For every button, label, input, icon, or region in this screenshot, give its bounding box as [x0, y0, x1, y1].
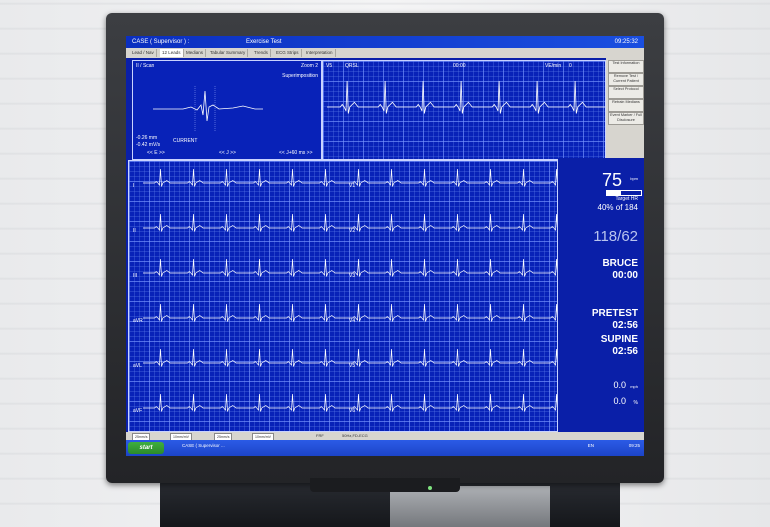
heart-rate-unit: bpm	[630, 176, 638, 181]
stage-name: PRETEST	[591, 308, 638, 319]
lead-marker-v1: V1	[349, 183, 356, 189]
superimposition-label[interactable]: Superimposition	[282, 73, 318, 79]
power-led-icon	[428, 486, 432, 490]
grade-unit: %	[633, 400, 638, 406]
protocol-time: 00:00	[612, 270, 638, 281]
taskbar: start CASE ( Supervisor ... EN 09:25	[126, 440, 644, 456]
stage-time: 02:56	[612, 320, 638, 331]
window-title: CASE ( Supervisor ) :	[132, 39, 190, 45]
twelve-lead-panel: I II III aVR aVL aVF V1 V2 V3 V4 V5 V6	[128, 160, 558, 432]
tab-ecg-strips[interactable]: ECG Strips	[274, 49, 302, 57]
lead-marker-v3: V3	[349, 273, 356, 279]
start-button[interactable]: start	[128, 442, 164, 454]
retrain-medians-button[interactable]: Retrain Medians	[608, 99, 644, 112]
lead-marker-v5: V5	[349, 363, 356, 369]
rhythm-qrs: QRSL	[345, 63, 359, 69]
taskbar-item[interactable]: CASE ( Supervisor ...	[182, 443, 225, 448]
select-protocol-button[interactable]: Select Protocol	[608, 86, 644, 99]
tab-medians[interactable]: Medians	[184, 49, 207, 57]
title-bar: CASE ( Supervisor ) : Exercise Test 09:2…	[126, 36, 644, 48]
rhythm-lead: V5	[326, 63, 333, 69]
median-title: II / Scan	[136, 63, 155, 69]
nav-e[interactable]: << E >>	[147, 150, 165, 156]
window-clock: 09:25:32	[614, 39, 638, 45]
current-label: CURRENT	[173, 138, 198, 144]
ve-label: VE/min	[545, 63, 562, 69]
position-name: SUPINE	[600, 334, 638, 345]
treadmill-speed: 0.0	[613, 380, 626, 390]
lead-label-avf: aVF	[133, 408, 143, 414]
target-hr-value: 40% of 184	[597, 203, 638, 212]
tab-tabular-summary[interactable]: Tabular Summary	[208, 49, 249, 57]
heart-rate-value: 75	[601, 170, 622, 190]
zoom-label[interactable]: Zoom 2	[301, 63, 318, 69]
lead-label-iii: III	[133, 273, 138, 279]
tab-bar: Lead / Nav 12 Leads Medians Tabular Summ…	[126, 48, 644, 58]
filter-label: FRF	[316, 433, 324, 438]
nav-j60[interactable]: << J+60 ms >>	[279, 150, 313, 156]
tab-12-leads[interactable]: 12 Leads	[160, 49, 184, 57]
speed-unit: mph	[630, 384, 638, 389]
lead-marker-v2: V2	[349, 228, 356, 234]
screen: CASE ( Supervisor ) : Exercise Test 09:2…	[126, 36, 644, 456]
tab-lead-nav[interactable]: Lead / Nav	[130, 49, 157, 57]
tab-trends[interactable]: Trends	[252, 49, 271, 57]
position-time: 02:56	[612, 346, 638, 357]
filter-detail: 50Hz,FD-ECG	[342, 433, 368, 438]
st-slope-readout: -0.42 mV/s	[136, 142, 161, 148]
taskbar-clock: 09:25	[628, 443, 640, 448]
blood-pressure: 118/62	[593, 228, 638, 245]
tab-interpretation[interactable]: Interpretation	[304, 49, 336, 57]
lead-marker-v6: V6	[349, 408, 356, 414]
rhythm-strip-panel: V5 QRSL 00:00 VE/min 0	[322, 60, 606, 160]
ve-value: 0	[569, 63, 572, 69]
twelve-lead-traces	[143, 168, 557, 412]
lead-label-i: I	[133, 183, 135, 189]
median-panel: II / Scan Zoom 2 Superimposition -0.26 m…	[132, 60, 322, 160]
rhythm-time: 00:00	[453, 63, 466, 69]
nav-j[interactable]: << J >>	[219, 150, 236, 156]
paper-strip	[390, 486, 550, 527]
remove-test-button[interactable]: Remove Test / Current Patient	[608, 73, 644, 86]
event-marker-button[interactable]: Event Marker / Full Disclosure	[608, 112, 644, 125]
rhythm-trace-line	[327, 80, 605, 114]
protocol-name: BRUCE	[602, 258, 638, 269]
monitor-stand	[310, 478, 460, 492]
sidebar: Test Information Remove Test / Current P…	[606, 58, 644, 158]
lead-marker-v4: V4	[349, 318, 356, 324]
vitals-panel: 75 bpm Target HR 40% of 184 118/62 BRUCE…	[558, 158, 644, 440]
test-information-button[interactable]: Test Information	[608, 60, 644, 73]
window-subtitle: Exercise Test	[246, 39, 282, 45]
st-level-readout: -0.26 mm	[136, 135, 158, 141]
treadmill-grade: 0.0	[613, 396, 626, 406]
language-indicator[interactable]: EN	[588, 443, 594, 448]
lead-label-avr: aVR	[133, 318, 143, 324]
target-hr-label: Target HR	[615, 196, 638, 202]
lead-label-ii: II	[133, 228, 136, 234]
lead-label-avl: aVL	[133, 363, 142, 369]
rhythm-trace	[327, 80, 605, 114]
